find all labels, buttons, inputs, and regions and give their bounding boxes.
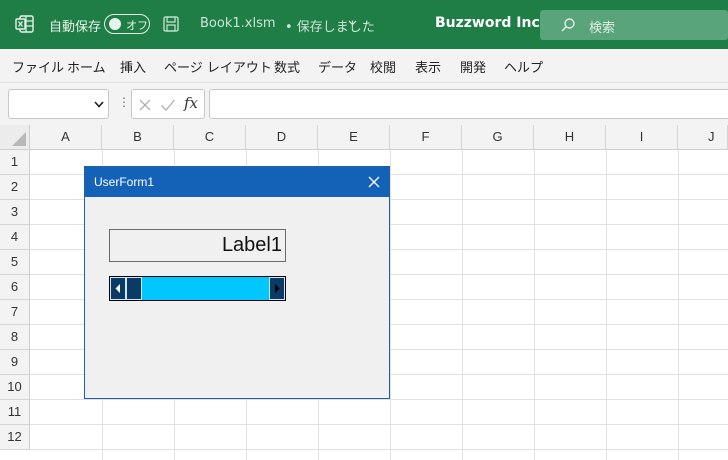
ribbon-menu-bar: ファイル ホーム 挿入 ページ レイアウト 数式 データ 校閲 表示 開発 ヘル… xyxy=(0,49,728,83)
formula-input[interactable] xyxy=(209,89,728,119)
save-icon[interactable] xyxy=(162,15,180,33)
menu-data[interactable]: データ xyxy=(318,57,357,76)
column-header-j[interactable]: J xyxy=(678,125,728,150)
row-header-10[interactable]: 10 xyxy=(0,375,30,400)
autosave-toggle-state: オフ xyxy=(126,19,148,32)
column-header-f[interactable]: F xyxy=(390,125,462,150)
menu-page-layout[interactable]: ページ レイアウト xyxy=(164,57,272,76)
scroll-thumb[interactable] xyxy=(126,277,142,300)
more-options-icon[interactable]: ⋮ xyxy=(118,95,130,109)
userform-title: UserForm1 xyxy=(94,175,155,189)
title-bar: 自動保存 オフ Book1.xlsm • 保存しました Buzzword Inc… xyxy=(0,0,728,49)
column-header-g[interactable]: G xyxy=(462,125,534,150)
search-placeholder: 検索 xyxy=(589,21,616,36)
row-header-2[interactable]: 2 xyxy=(0,175,30,200)
search-box[interactable]: 検索 xyxy=(540,10,728,40)
row-header-11[interactable]: 11 xyxy=(0,400,30,425)
menu-insert[interactable]: 挿入 xyxy=(120,57,146,76)
userform-title-bar[interactable]: UserForm1 xyxy=(85,167,389,197)
arrow-right-icon xyxy=(275,284,280,293)
menu-file[interactable]: ファイル xyxy=(12,57,64,76)
column-header-h[interactable]: H xyxy=(534,125,606,150)
label-control: Label1 xyxy=(109,229,286,262)
formula-bar: ⋮ fx xyxy=(0,83,728,125)
row-header-9[interactable]: 9 xyxy=(0,350,30,375)
name-box[interactable] xyxy=(8,89,109,119)
autosave-toggle[interactable]: オフ xyxy=(104,14,150,34)
menu-developer[interactable]: 開発 xyxy=(460,57,486,76)
row-header-1[interactable]: 1 xyxy=(0,150,30,175)
row-header-8[interactable]: 8 xyxy=(0,325,30,350)
insert-function-button[interactable]: fx xyxy=(184,94,198,112)
excel-app-icon xyxy=(15,15,34,33)
cancel-icon[interactable] xyxy=(138,98,152,112)
row-header-6[interactable]: 6 xyxy=(0,275,30,300)
toggle-knob xyxy=(109,18,121,30)
column-header-i[interactable]: I xyxy=(606,125,678,150)
checkmark-icon[interactable] xyxy=(160,98,176,112)
scroll-left-button[interactable] xyxy=(110,277,126,300)
column-header-c[interactable]: C xyxy=(174,125,246,150)
menu-review[interactable]: 校閲 xyxy=(370,57,396,76)
row-header-7[interactable]: 7 xyxy=(0,300,30,325)
autosave-label: 自動保存 xyxy=(49,20,102,35)
row-header-12[interactable]: 12 xyxy=(0,425,30,450)
menu-formulas[interactable]: 数式 xyxy=(274,57,300,76)
arrow-left-icon xyxy=(115,284,120,293)
close-icon[interactable] xyxy=(367,175,381,189)
column-header-a[interactable]: A xyxy=(30,125,102,150)
row-header-3[interactable]: 3 xyxy=(0,200,30,225)
account-brand: Buzzword Inc. xyxy=(435,15,546,31)
menu-view[interactable]: 表示 xyxy=(415,57,441,76)
document-name[interactable]: Book1.xlsm xyxy=(200,16,276,31)
select-all-button[interactable] xyxy=(0,125,30,150)
userform-dialog[interactable]: UserForm1 Label1 xyxy=(84,166,390,399)
scroll-right-button[interactable] xyxy=(269,277,285,300)
scrollbar-control[interactable] xyxy=(109,276,286,301)
search-icon xyxy=(561,18,575,32)
column-header-e[interactable]: E xyxy=(318,125,390,150)
document-save-status[interactable]: • 保存しました xyxy=(285,16,375,35)
column-header-d[interactable]: D xyxy=(246,125,318,150)
formula-actions: fx xyxy=(131,89,205,119)
chevron-down-icon[interactable] xyxy=(94,101,104,108)
row-header-5[interactable]: 5 xyxy=(0,250,30,275)
column-header-b[interactable]: B xyxy=(102,125,174,150)
menu-home[interactable]: ホーム xyxy=(67,57,106,76)
menu-help[interactable]: ヘルプ xyxy=(504,57,543,76)
chevron-down-icon[interactable] xyxy=(348,20,357,26)
row-header-4[interactable]: 4 xyxy=(0,225,30,250)
select-all-triangle-icon xyxy=(12,132,26,146)
